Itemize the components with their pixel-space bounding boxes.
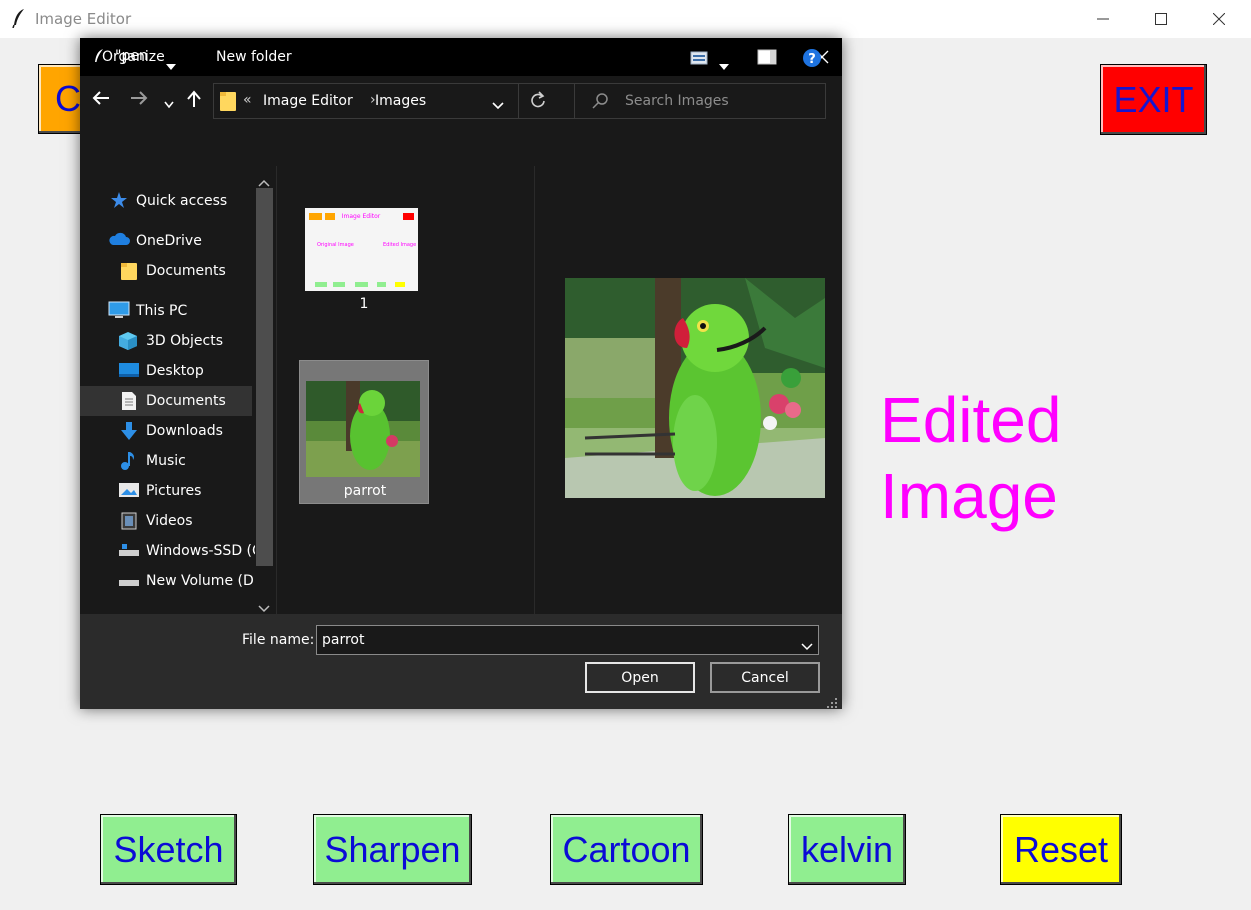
file-thumbnail-1: Image Editor Original Image Edited Image <box>305 208 418 291</box>
chevron-down-icon[interactable] <box>492 95 504 114</box>
file-name-label: File name: <box>242 632 315 648</box>
cancel-button[interactable]: Cancel <box>710 662 820 693</box>
feather-app-icon <box>12 8 26 33</box>
file-name-field[interactable]: parrot <box>316 625 819 655</box>
file-list: Image Editor Original Image Edited Image… <box>277 166 534 614</box>
app-title: Image Editor <box>35 10 132 28</box>
new-folder-button[interactable]: New folder <box>216 49 292 65</box>
back-arrow-icon[interactable] <box>92 90 110 110</box>
file-item-parrot[interactable]: parrot <box>299 360 429 504</box>
file-name-value[interactable]: parrot <box>322 632 364 648</box>
document-icon <box>120 391 138 415</box>
edited-image-label: Edited Image <box>880 382 1061 534</box>
nav-documents[interactable]: Documents <box>80 386 252 416</box>
sketch-button[interactable]: Sketch <box>100 814 237 885</box>
monitor-icon <box>108 301 130 323</box>
desktop-icon <box>118 361 140 383</box>
file-item-1[interactable]: Image Editor Original Image Edited Image… <box>299 200 429 344</box>
preview-pane <box>535 166 842 614</box>
refresh-icon[interactable] <box>530 91 546 113</box>
nav-videos[interactable]: Videos <box>104 506 276 536</box>
preview-pane-icon[interactable] <box>757 49 777 69</box>
nav-quick-access[interactable]: Quick access <box>104 186 276 216</box>
help-icon[interactable]: ? <box>802 48 822 72</box>
forward-arrow-icon[interactable] <box>130 90 148 110</box>
drive-icon <box>118 571 140 593</box>
caret-down-icon[interactable] <box>166 55 176 74</box>
thumb-edited: Edited Image <box>383 242 416 248</box>
scroll-up-icon[interactable] <box>258 172 270 191</box>
nav-pictures[interactable]: Pictures <box>104 476 276 506</box>
videos-icon <box>120 511 138 535</box>
thumb-original: Original Image <box>317 242 354 248</box>
search-input[interactable]: Search Images <box>625 93 729 109</box>
nav-downloads[interactable]: Downloads <box>104 416 276 446</box>
up-arrow-icon[interactable] <box>186 90 202 112</box>
nav-onedrive[interactable]: OneDrive <box>104 226 276 256</box>
nav-new-volume[interactable]: New Volume (D: <box>104 566 276 596</box>
reset-button[interactable]: Reset <box>1000 814 1122 885</box>
cartoon-button[interactable]: Cartoon <box>550 814 703 885</box>
nav-music[interactable]: Music <box>104 446 276 476</box>
close-button[interactable] <box>1190 0 1248 38</box>
open-button[interactable]: Open <box>585 662 695 693</box>
view-caret-icon[interactable] <box>719 55 729 74</box>
breadcrumb-images[interactable]: Images <box>375 93 426 109</box>
download-icon <box>120 421 138 445</box>
resize-grip-icon[interactable] <box>826 694 838 713</box>
file-thumbnail-parrot <box>306 381 420 477</box>
cube-icon <box>118 331 138 355</box>
kelvin-button[interactable]: kelvin <box>788 814 906 885</box>
recent-locations-chevron-icon[interactable] <box>164 94 174 113</box>
nav-3d-objects[interactable]: 3D Objects <box>104 326 276 356</box>
edited-label-line1: Edited <box>880 384 1062 456</box>
music-note-icon <box>120 451 138 475</box>
search-box[interactable]: Search Images <box>574 83 826 119</box>
thumb-title: Image Editor <box>342 213 381 220</box>
file-name-parrot: parrot <box>343 483 387 499</box>
breadcrumb-image-editor[interactable]: Image Editor <box>263 93 353 109</box>
svg-text:?: ? <box>808 52 816 67</box>
breadcrumb-overflow[interactable]: « <box>243 92 252 108</box>
drive-icon <box>118 541 140 563</box>
folder-icon <box>219 90 237 116</box>
organize-menu[interactable]: Organize <box>102 49 165 65</box>
parrot-preview-image <box>565 278 825 498</box>
star-icon <box>110 191 128 213</box>
cloud-icon <box>108 231 130 251</box>
address-divider <box>518 84 519 118</box>
view-options-icon[interactable] <box>690 50 708 69</box>
exit-button[interactable]: EXIT <box>1100 64 1207 135</box>
minimize-button[interactable] <box>1074 0 1132 38</box>
dialog-footer: File name: parrot Open Cancel <box>80 614 842 709</box>
navigation-pane: Quick access OneDrive Documents This PC … <box>80 166 276 614</box>
nav-onedrive-documents[interactable]: Documents <box>104 256 276 286</box>
nav-desktop[interactable]: Desktop <box>104 356 276 386</box>
nav-windows-ssd[interactable]: Windows-SSD (C <box>104 536 276 566</box>
maximize-button[interactable] <box>1132 0 1190 38</box>
nav-this-pc[interactable]: This PC <box>104 296 276 326</box>
pictures-icon <box>118 481 140 503</box>
nav-scrollbar-thumb[interactable] <box>256 188 273 566</box>
folder-icon <box>120 261 138 285</box>
sharpen-button[interactable]: Sharpen <box>313 814 472 885</box>
main-titlebar: Image Editor <box>0 0 1251 38</box>
edited-label-line2: Image <box>880 460 1058 532</box>
search-icon <box>591 92 609 114</box>
file-name-1: 1 <box>359 296 369 312</box>
chevron-down-icon[interactable] <box>801 636 813 655</box>
open-file-dialog: "pen « Image Editor › Images Search Imag… <box>80 38 842 709</box>
